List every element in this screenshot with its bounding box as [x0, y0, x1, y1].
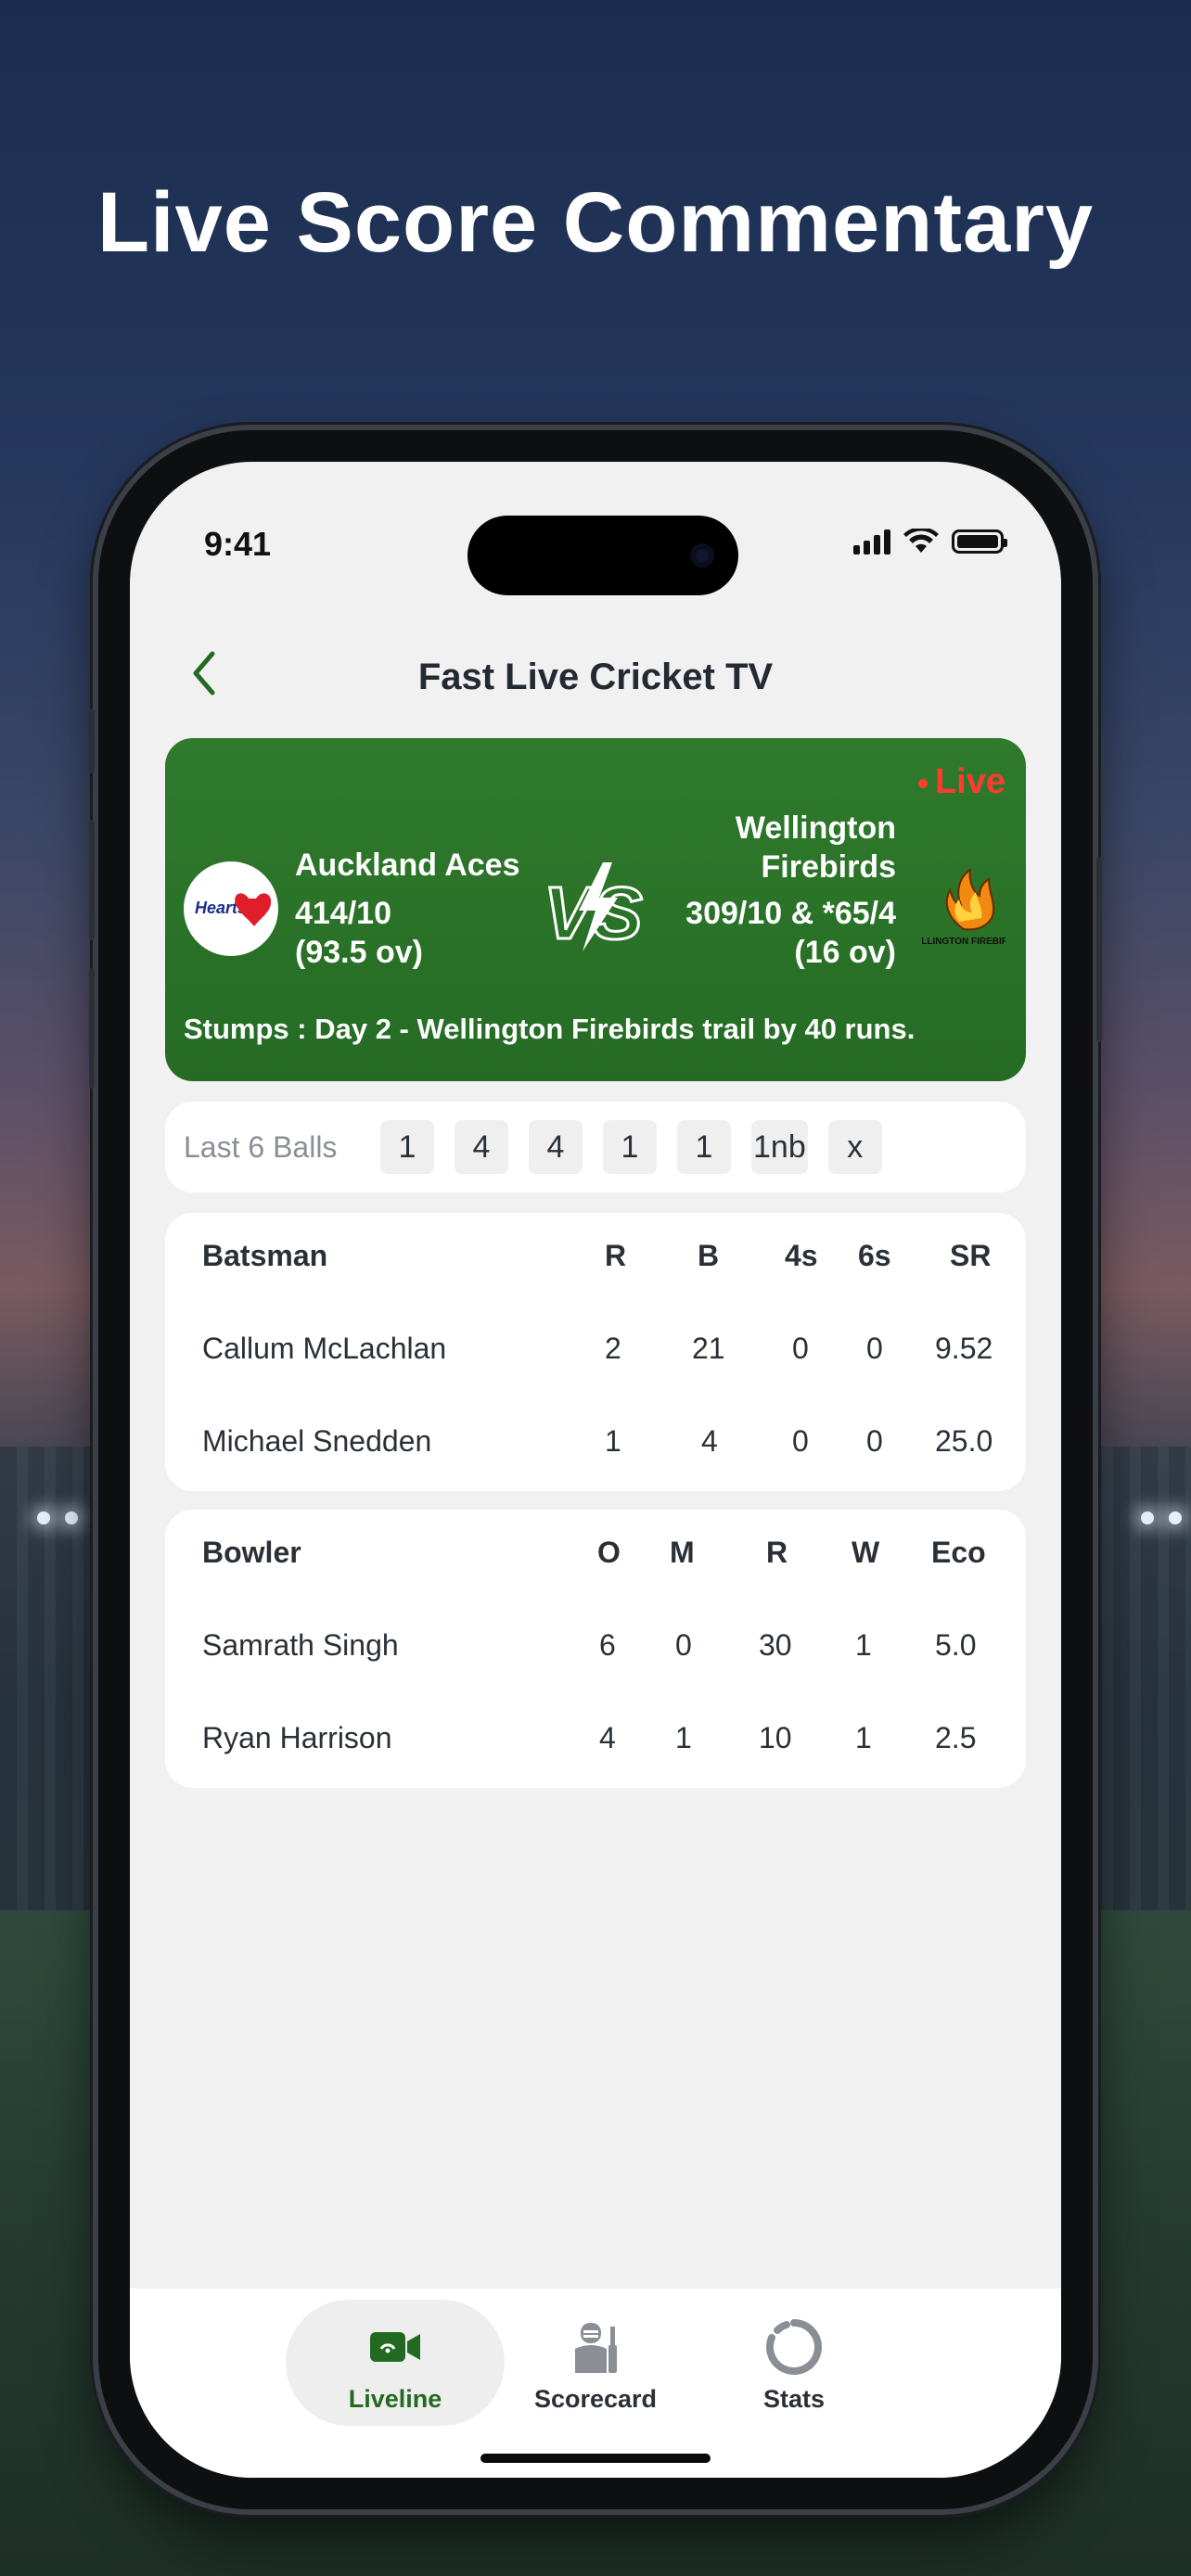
last-balls-card: Last 6 Balls 1 4 4 1 1 1nb x — [165, 1102, 1026, 1192]
dynamic-island — [467, 516, 738, 595]
team-a-name: Auckland Aces — [295, 848, 520, 883]
live-label: Live — [934, 762, 1005, 801]
table-row[interactable]: Samrath Singh 6 0 30 1 5.0 — [165, 1619, 1026, 1675]
ball-chip: 4 — [529, 1120, 583, 1174]
vs-lightning-icon: VS — [544, 862, 644, 955]
wifi-icon — [903, 529, 939, 553]
ball-chip: 1 — [380, 1120, 434, 1174]
table-row[interactable]: Michael Snedden 1 4 0 0 25.0 — [165, 1415, 1026, 1471]
ball-chip: 1 — [677, 1120, 731, 1174]
team-b-name: Wellington Firebirds — [735, 810, 896, 885]
cricket-scorecard-icon — [575, 2323, 617, 2373]
match-card[interactable]: Live Hearts Auckland Aces 414/10 (93.5 o… — [165, 738, 1026, 1081]
ball-chip: 1nb — [751, 1120, 808, 1174]
page-title: Fast Live Cricket TV — [417, 657, 774, 697]
app-screen: 9:41 Fast Live Cricket TV Live Hearts Au… — [130, 462, 1061, 2478]
batting-table: Batsman R B 4s 6s SR Callum McLachlan 2 … — [165, 1213, 1026, 1491]
promo-headline: Live Score Commentary — [96, 175, 1095, 270]
bottom-tab-bar: Liveline Scorecard Stats — [130, 2289, 1061, 2478]
tab-scorecard-label: Scorecard — [533, 2385, 658, 2413]
ball-chip: x — [827, 1120, 882, 1174]
team-b-score: 309/10 & *65/4 — [685, 896, 896, 931]
match-status-text: Stumps : Day 2 - Wellington Firebirds tr… — [184, 1013, 916, 1045]
tab-scorecard[interactable]: Scorecard — [486, 2300, 705, 2426]
tab-stats-label: Stats — [762, 2385, 826, 2413]
battery-icon — [952, 529, 1007, 554]
status-icons — [853, 529, 1007, 555]
team-a-overs: (93.5 ov) — [295, 935, 423, 970]
stats-ring-icon — [766, 2319, 822, 2375]
tab-liveline-label: Liveline — [348, 2385, 442, 2413]
bowling-table: Bowler O M R W Eco Samrath Singh 6 0 30 … — [165, 1510, 1026, 1788]
video-camera-icon — [370, 2332, 420, 2362]
status-time: 9:41 — [204, 525, 272, 563]
ball-chip: 1 — [603, 1120, 657, 1174]
table-row[interactable]: Ryan Harrison 4 1 10 1 2.5 — [165, 1712, 1026, 1767]
bowling-header-row: Bowler O M R W Eco — [202, 1536, 986, 1569]
svg-text:WELLINGTON FIREBIRDS: WELLINGTON FIREBIRDS — [922, 937, 1005, 947]
team-b-overs: (16 ov) — [794, 935, 896, 970]
ball-chip: 4 — [455, 1120, 508, 1174]
home-indicator[interactable] — [480, 2454, 711, 2463]
team-a-score: 414/10 — [295, 896, 391, 931]
phone-frame: 9:41 Fast Live Cricket TV Live Hearts Au… — [89, 430, 1102, 2509]
table-row[interactable]: Callum McLachlan 2 21 0 0 9.52 — [165, 1322, 1026, 1378]
batting-header-row: Batsman R B 4s 6s SR — [202, 1239, 992, 1272]
tab-liveline[interactable]: Liveline — [286, 2300, 505, 2426]
team-b-logo: WELLINGTON FIREBIRDS — [922, 867, 1005, 947]
tab-stats[interactable]: Stats — [685, 2300, 903, 2426]
cellular-signal-icon — [853, 529, 890, 555]
team-a-logo: Hearts — [184, 861, 278, 956]
live-badge: Live — [917, 762, 1005, 802]
last-balls-label: Last 6 Balls — [184, 1129, 338, 1164]
